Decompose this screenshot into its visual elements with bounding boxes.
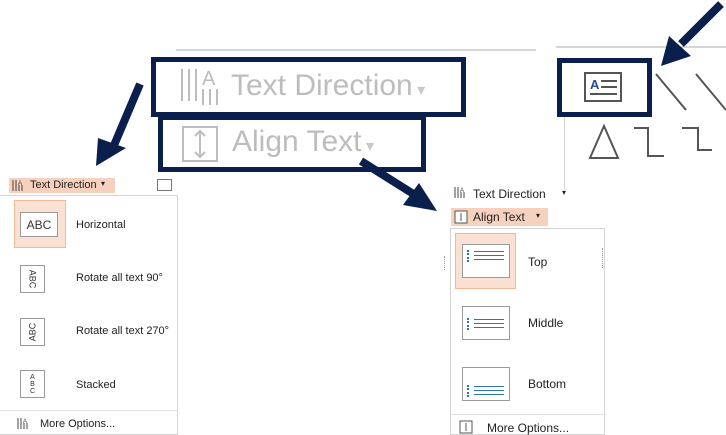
background-fragment: [444, 256, 449, 270]
text-direction-dropdown: ABC Horizontal ABC Rotate all text 90° A…: [0, 195, 178, 435]
ribbon-divider-top: [176, 49, 536, 51]
menu-separator: [0, 410, 178, 411]
align-text-menu-button[interactable]: Align Text ▾: [451, 208, 548, 226]
align-text-big-icon: [180, 124, 224, 169]
menu-item-more-options[interactable]: More Options...: [487, 421, 569, 435]
text-direction-menu-button[interactable]: A Text Direction ▾: [9, 178, 115, 193]
svg-text:A: A: [18, 181, 22, 187]
menu-item-rotate-90[interactable]: Rotate all text 90°: [76, 272, 163, 284]
pointer-arrow-middle: [358, 157, 437, 211]
stacked-thumb[interactable]: A B C: [20, 370, 45, 398]
menu-item-rotate-270[interactable]: Rotate all text 270°: [76, 325, 169, 337]
small-text-box-icon[interactable]: [157, 179, 172, 191]
menu-item-bottom[interactable]: Bottom: [528, 377, 566, 391]
pointer-arrow-left: [96, 82, 144, 166]
background-fragment: [602, 248, 607, 268]
svg-text:A: A: [460, 188, 464, 194]
menu-separator: [451, 414, 606, 415]
text-direction-icon: A: [454, 187, 465, 198]
text-direction-menu-button-secondary[interactable]: A Text Direction ▾: [453, 186, 573, 201]
text-direction-big-label[interactable]: Text Direction ▾: [231, 69, 425, 103]
pointer-arrow-right: [661, 1, 724, 66]
menu-item-more-options[interactable]: More Options...: [40, 418, 115, 430]
align-middle-thumb[interactable]: [462, 306, 510, 340]
menu-item-top[interactable]: Top: [528, 255, 547, 269]
text-direction-big-icon: A: [176, 65, 224, 114]
more-options-icon: A: [17, 418, 28, 429]
menu-item-horizontal[interactable]: Horizontal: [76, 219, 126, 231]
align-text-dropdown: Top Middle Bottom More Options...: [450, 228, 606, 435]
svg-text:A: A: [23, 419, 27, 425]
text-direction-icon: A: [12, 180, 23, 191]
rotate-270-thumb[interactable]: ABC: [20, 318, 45, 346]
svg-text:A: A: [202, 68, 216, 90]
menu-item-middle[interactable]: Middle: [528, 316, 563, 330]
align-top-thumb[interactable]: [462, 244, 510, 278]
more-options-icon: [459, 420, 473, 434]
align-text-big-label[interactable]: Align Text ▾: [232, 125, 374, 159]
align-bottom-thumb[interactable]: [462, 367, 510, 401]
horizontal-thumb[interactable]: ABC: [20, 212, 58, 237]
align-text-icon: [454, 210, 468, 224]
menu-item-stacked[interactable]: Stacked: [76, 379, 116, 391]
shapes-gallery: [586, 66, 726, 171]
rotate-90-thumb[interactable]: ABC: [20, 265, 45, 293]
